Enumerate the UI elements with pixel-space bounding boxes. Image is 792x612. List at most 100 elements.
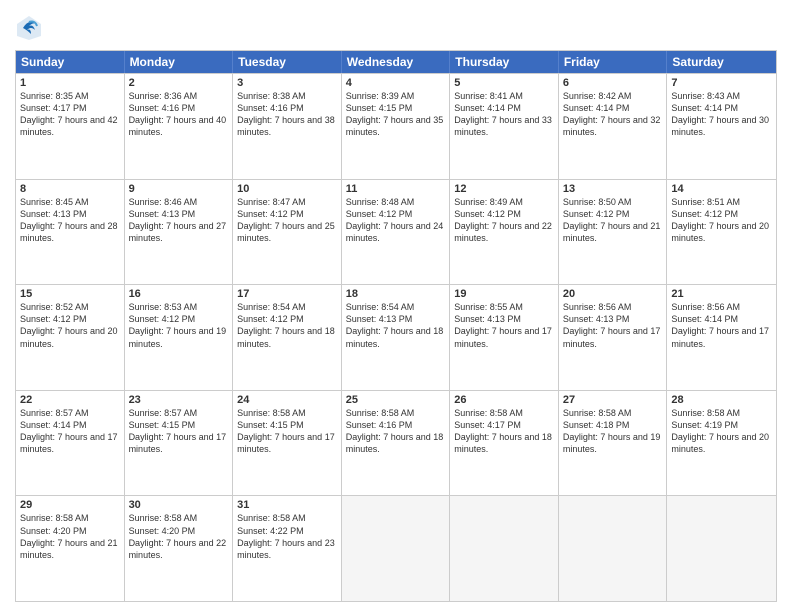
calendar-cell: 7Sunrise: 8:43 AMSunset: 4:14 PMDaylight… xyxy=(667,74,776,179)
calendar-cell: 11Sunrise: 8:48 AMSunset: 4:12 PMDayligh… xyxy=(342,180,451,285)
calendar-cell: 23Sunrise: 8:57 AMSunset: 4:15 PMDayligh… xyxy=(125,391,234,496)
calendar-day-header: Friday xyxy=(559,51,668,73)
day-number: 28 xyxy=(671,394,772,406)
calendar-day-header: Monday xyxy=(125,51,234,73)
header xyxy=(15,10,777,42)
calendar-day-header: Tuesday xyxy=(233,51,342,73)
day-info: Sunrise: 8:41 AMSunset: 4:14 PMDaylight:… xyxy=(454,90,554,139)
calendar-cell: 16Sunrise: 8:53 AMSunset: 4:12 PMDayligh… xyxy=(125,285,234,390)
logo xyxy=(15,14,45,42)
day-number: 18 xyxy=(346,288,446,300)
calendar-cell: 6Sunrise: 8:42 AMSunset: 4:14 PMDaylight… xyxy=(559,74,668,179)
calendar-cell xyxy=(342,496,451,601)
day-info: Sunrise: 8:58 AMSunset: 4:22 PMDaylight:… xyxy=(237,512,337,561)
calendar-week: 29Sunrise: 8:58 AMSunset: 4:20 PMDayligh… xyxy=(16,495,776,601)
day-info: Sunrise: 8:38 AMSunset: 4:16 PMDaylight:… xyxy=(237,90,337,139)
calendar-cell: 3Sunrise: 8:38 AMSunset: 4:16 PMDaylight… xyxy=(233,74,342,179)
calendar-cell: 10Sunrise: 8:47 AMSunset: 4:12 PMDayligh… xyxy=(233,180,342,285)
day-info: Sunrise: 8:54 AMSunset: 4:12 PMDaylight:… xyxy=(237,301,337,350)
calendar-cell: 14Sunrise: 8:51 AMSunset: 4:12 PMDayligh… xyxy=(667,180,776,285)
day-number: 7 xyxy=(671,77,772,89)
calendar-cell: 31Sunrise: 8:58 AMSunset: 4:22 PMDayligh… xyxy=(233,496,342,601)
day-info: Sunrise: 8:56 AMSunset: 4:13 PMDaylight:… xyxy=(563,301,663,350)
day-info: Sunrise: 8:54 AMSunset: 4:13 PMDaylight:… xyxy=(346,301,446,350)
calendar-cell: 13Sunrise: 8:50 AMSunset: 4:12 PMDayligh… xyxy=(559,180,668,285)
day-info: Sunrise: 8:35 AMSunset: 4:17 PMDaylight:… xyxy=(20,90,120,139)
day-number: 17 xyxy=(237,288,337,300)
calendar-cell: 17Sunrise: 8:54 AMSunset: 4:12 PMDayligh… xyxy=(233,285,342,390)
day-info: Sunrise: 8:36 AMSunset: 4:16 PMDaylight:… xyxy=(129,90,229,139)
calendar-week: 22Sunrise: 8:57 AMSunset: 4:14 PMDayligh… xyxy=(16,390,776,496)
calendar-cell: 8Sunrise: 8:45 AMSunset: 4:13 PMDaylight… xyxy=(16,180,125,285)
day-info: Sunrise: 8:52 AMSunset: 4:12 PMDaylight:… xyxy=(20,301,120,350)
calendar-cell: 19Sunrise: 8:55 AMSunset: 4:13 PMDayligh… xyxy=(450,285,559,390)
day-info: Sunrise: 8:58 AMSunset: 4:20 PMDaylight:… xyxy=(20,512,120,561)
day-number: 14 xyxy=(671,183,772,195)
calendar-cell: 1Sunrise: 8:35 AMSunset: 4:17 PMDaylight… xyxy=(16,74,125,179)
day-info: Sunrise: 8:39 AMSunset: 4:15 PMDaylight:… xyxy=(346,90,446,139)
day-info: Sunrise: 8:58 AMSunset: 4:17 PMDaylight:… xyxy=(454,407,554,456)
calendar-cell: 5Sunrise: 8:41 AMSunset: 4:14 PMDaylight… xyxy=(450,74,559,179)
calendar-cell: 26Sunrise: 8:58 AMSunset: 4:17 PMDayligh… xyxy=(450,391,559,496)
day-number: 23 xyxy=(129,394,229,406)
day-info: Sunrise: 8:53 AMSunset: 4:12 PMDaylight:… xyxy=(129,301,229,350)
day-number: 25 xyxy=(346,394,446,406)
day-number: 4 xyxy=(346,77,446,89)
calendar-cell: 15Sunrise: 8:52 AMSunset: 4:12 PMDayligh… xyxy=(16,285,125,390)
day-number: 5 xyxy=(454,77,554,89)
day-info: Sunrise: 8:46 AMSunset: 4:13 PMDaylight:… xyxy=(129,196,229,245)
calendar-cell: 28Sunrise: 8:58 AMSunset: 4:19 PMDayligh… xyxy=(667,391,776,496)
day-number: 8 xyxy=(20,183,120,195)
day-number: 1 xyxy=(20,77,120,89)
day-number: 31 xyxy=(237,499,337,511)
page: SundayMondayTuesdayWednesdayThursdayFrid… xyxy=(0,0,792,612)
calendar-cell: 25Sunrise: 8:58 AMSunset: 4:16 PMDayligh… xyxy=(342,391,451,496)
calendar-cell xyxy=(450,496,559,601)
day-number: 21 xyxy=(671,288,772,300)
calendar-day-header: Sunday xyxy=(16,51,125,73)
day-info: Sunrise: 8:58 AMSunset: 4:15 PMDaylight:… xyxy=(237,407,337,456)
day-number: 11 xyxy=(346,183,446,195)
day-number: 9 xyxy=(129,183,229,195)
day-info: Sunrise: 8:47 AMSunset: 4:12 PMDaylight:… xyxy=(237,196,337,245)
day-info: Sunrise: 8:55 AMSunset: 4:13 PMDaylight:… xyxy=(454,301,554,350)
day-number: 6 xyxy=(563,77,663,89)
calendar-cell: 18Sunrise: 8:54 AMSunset: 4:13 PMDayligh… xyxy=(342,285,451,390)
calendar-cell: 12Sunrise: 8:49 AMSunset: 4:12 PMDayligh… xyxy=(450,180,559,285)
calendar-day-header: Wednesday xyxy=(342,51,451,73)
day-info: Sunrise: 8:45 AMSunset: 4:13 PMDaylight:… xyxy=(20,196,120,245)
day-info: Sunrise: 8:43 AMSunset: 4:14 PMDaylight:… xyxy=(671,90,772,139)
calendar-cell: 30Sunrise: 8:58 AMSunset: 4:20 PMDayligh… xyxy=(125,496,234,601)
day-number: 27 xyxy=(563,394,663,406)
calendar-cell: 21Sunrise: 8:56 AMSunset: 4:14 PMDayligh… xyxy=(667,285,776,390)
calendar-cell: 24Sunrise: 8:58 AMSunset: 4:15 PMDayligh… xyxy=(233,391,342,496)
calendar-day-header: Thursday xyxy=(450,51,559,73)
day-info: Sunrise: 8:57 AMSunset: 4:14 PMDaylight:… xyxy=(20,407,120,456)
day-info: Sunrise: 8:57 AMSunset: 4:15 PMDaylight:… xyxy=(129,407,229,456)
day-number: 19 xyxy=(454,288,554,300)
calendar: SundayMondayTuesdayWednesdayThursdayFrid… xyxy=(15,50,777,602)
day-info: Sunrise: 8:58 AMSunset: 4:20 PMDaylight:… xyxy=(129,512,229,561)
day-number: 24 xyxy=(237,394,337,406)
day-number: 12 xyxy=(454,183,554,195)
logo-icon xyxy=(15,14,43,42)
day-number: 20 xyxy=(563,288,663,300)
day-info: Sunrise: 8:48 AMSunset: 4:12 PMDaylight:… xyxy=(346,196,446,245)
day-number: 26 xyxy=(454,394,554,406)
day-info: Sunrise: 8:51 AMSunset: 4:12 PMDaylight:… xyxy=(671,196,772,245)
calendar-cell: 29Sunrise: 8:58 AMSunset: 4:20 PMDayligh… xyxy=(16,496,125,601)
day-number: 13 xyxy=(563,183,663,195)
day-info: Sunrise: 8:58 AMSunset: 4:18 PMDaylight:… xyxy=(563,407,663,456)
day-number: 29 xyxy=(20,499,120,511)
day-number: 15 xyxy=(20,288,120,300)
day-number: 22 xyxy=(20,394,120,406)
calendar-day-header: Saturday xyxy=(667,51,776,73)
calendar-cell: 20Sunrise: 8:56 AMSunset: 4:13 PMDayligh… xyxy=(559,285,668,390)
day-info: Sunrise: 8:50 AMSunset: 4:12 PMDaylight:… xyxy=(563,196,663,245)
calendar-week: 15Sunrise: 8:52 AMSunset: 4:12 PMDayligh… xyxy=(16,284,776,390)
day-number: 2 xyxy=(129,77,229,89)
day-info: Sunrise: 8:49 AMSunset: 4:12 PMDaylight:… xyxy=(454,196,554,245)
calendar-week: 1Sunrise: 8:35 AMSunset: 4:17 PMDaylight… xyxy=(16,73,776,179)
calendar-cell: 9Sunrise: 8:46 AMSunset: 4:13 PMDaylight… xyxy=(125,180,234,285)
day-number: 10 xyxy=(237,183,337,195)
